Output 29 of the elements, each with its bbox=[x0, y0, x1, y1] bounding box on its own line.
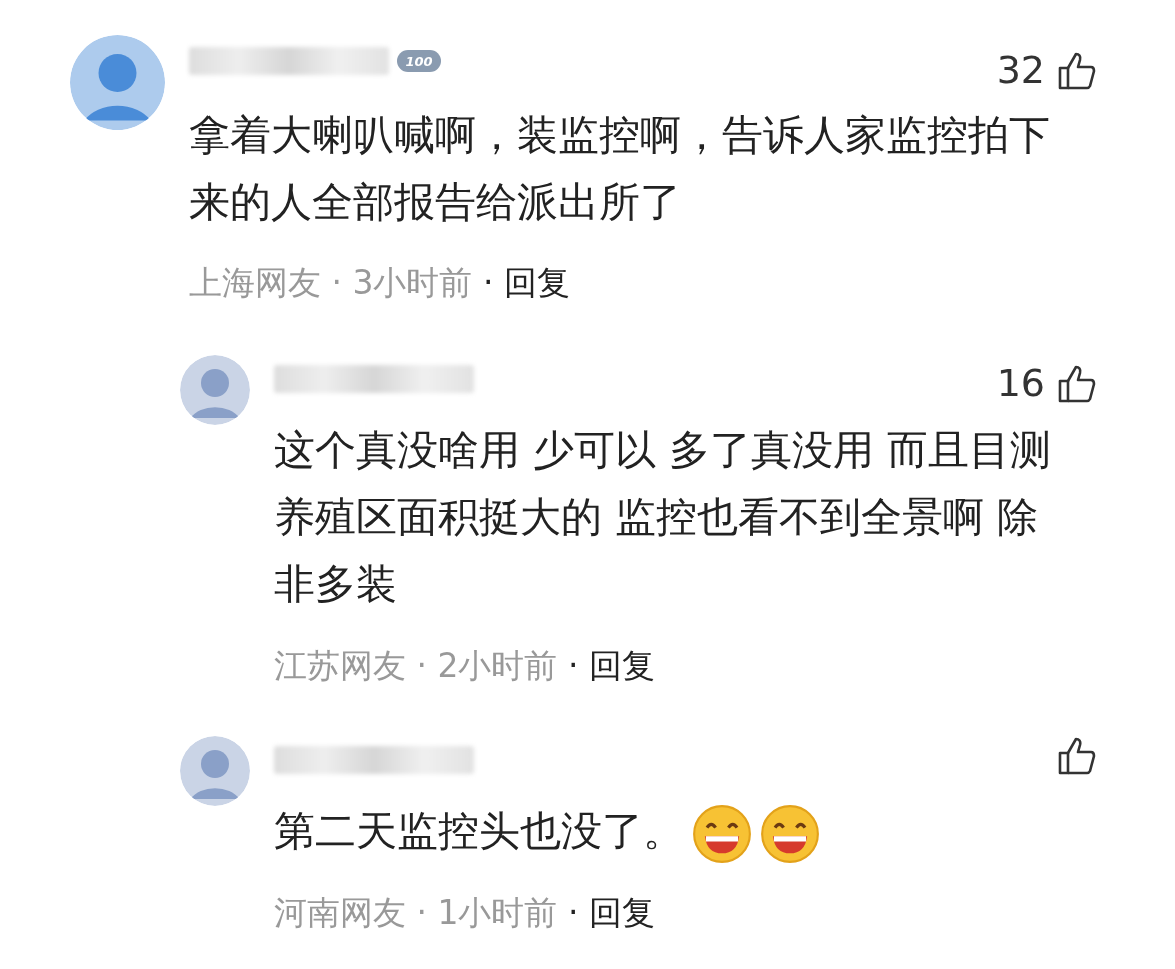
avatar[interactable] bbox=[180, 355, 250, 425]
comment-time: 1小时前 bbox=[437, 893, 558, 932]
reply-link[interactable]: 回复 bbox=[504, 263, 570, 302]
comment-text: 这个真没啥用 少可以 多了真没用 而且目测养殖区面积挺大的 监控也看不到全景啊 除非多装 bbox=[274, 426, 1052, 608]
separator-dot: · bbox=[416, 893, 427, 932]
comment-time: 2小时前 bbox=[437, 646, 558, 685]
separator-dot: · bbox=[483, 263, 494, 302]
separator-dot: · bbox=[568, 893, 579, 932]
comment-time: 3小时前 bbox=[352, 263, 473, 302]
avatar[interactable] bbox=[70, 35, 165, 130]
comment-region: 河南网友 bbox=[274, 893, 406, 932]
grinning-emoji-icon bbox=[692, 804, 752, 864]
comment-text: 第二天监控头也没了。 bbox=[274, 807, 684, 855]
like-count: 32 bbox=[996, 47, 1045, 94]
like-count: 16 bbox=[996, 360, 1045, 407]
thumbs-up-icon[interactable] bbox=[1057, 363, 1097, 404]
thumbs-up-icon[interactable] bbox=[1057, 736, 1097, 776]
grinning-emoji-icon bbox=[760, 804, 820, 864]
level-badge: 100 bbox=[397, 49, 441, 73]
separator-dot: · bbox=[331, 263, 342, 302]
avatar[interactable] bbox=[180, 736, 250, 806]
separator-dot: · bbox=[416, 646, 427, 685]
thumbs-up-icon[interactable] bbox=[1057, 50, 1097, 91]
comment-region: 上海网友 bbox=[189, 263, 321, 302]
reply-link[interactable]: 回复 bbox=[589, 646, 655, 685]
separator-dot: · bbox=[568, 646, 579, 685]
comment-region: 江苏网友 bbox=[274, 646, 406, 685]
reply-link[interactable]: 回复 bbox=[589, 893, 655, 932]
comment-text: 拿着大喇叭喊啊，装监控啊，告诉人家监控拍下来的人全部报告给派出所了 bbox=[189, 111, 1050, 226]
